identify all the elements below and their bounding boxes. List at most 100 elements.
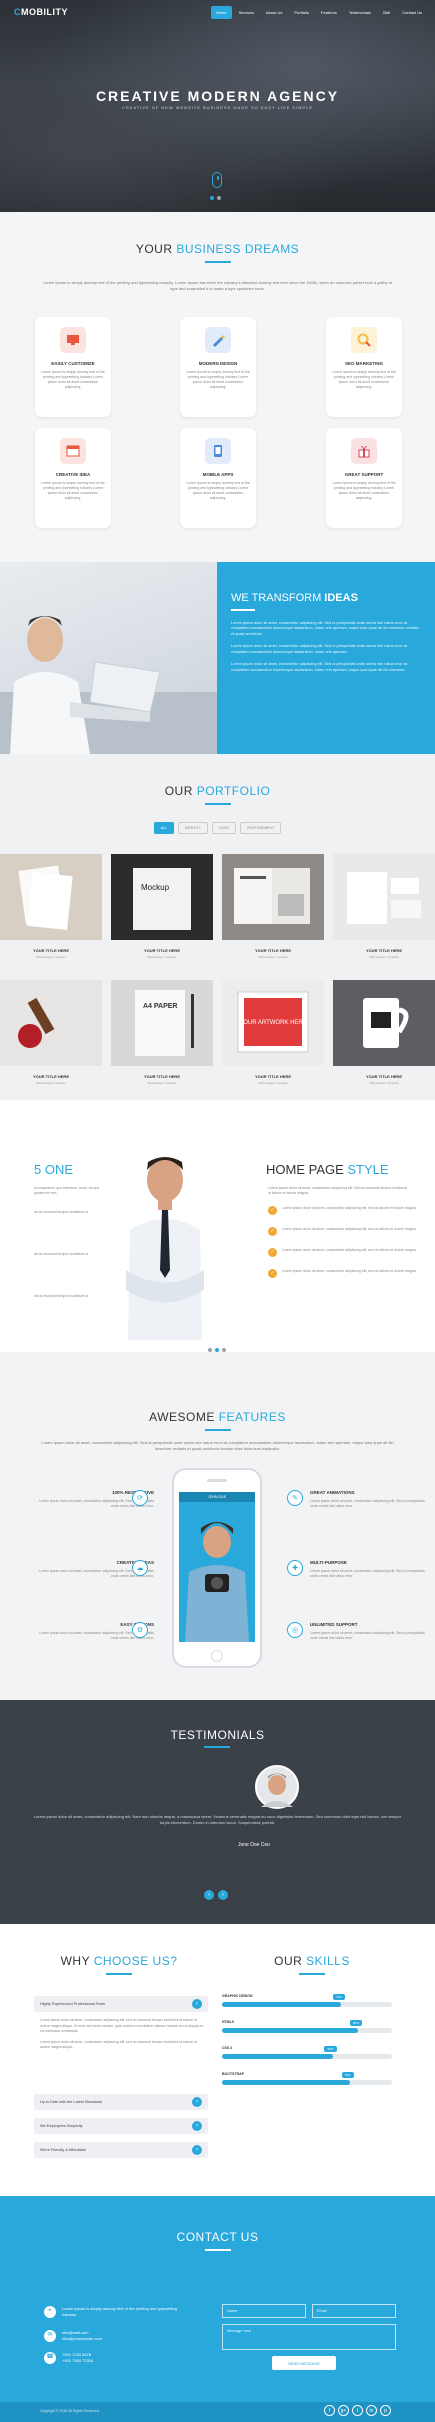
magnifier-icon <box>351 327 377 353</box>
portfolio-tags: Web Design / Graphic <box>36 955 66 959</box>
chevron-left-icon[interactable]: ‹ <box>204 1890 214 1900</box>
section-title: TESTIMONIALS <box>170 1728 265 1742</box>
nav-skill[interactable]: Skill <box>378 6 395 19</box>
chevron-right-icon[interactable]: › <box>192 2145 202 2155</box>
portfolio-tags: Web Design / Graphic <box>147 955 177 959</box>
card-text: Lorem Ipsum is simply dummy text of the … <box>41 481 105 500</box>
browser-icon <box>60 438 86 464</box>
filter-all[interactable]: ALL <box>153 822 174 834</box>
nav-portfolio[interactable]: Portfolio <box>289 6 314 19</box>
pinterest-icon[interactable]: p <box>380 2405 391 2416</box>
copyright-text: Copyright © 2016 All Rights Reserved <box>40 2409 99 2413</box>
social-links: f g+ t in p <box>324 2405 391 2416</box>
nav-testimonials[interactable]: Testimonials <box>344 6 376 19</box>
nav-about-us[interactable]: About Us <box>261 6 287 19</box>
section-intro: Lorem Ipsum is simply dummy text of the … <box>42 280 393 291</box>
transform-panel: WE TRANSFORM IDEAS Lorem ipsum dolor sit… <box>217 562 435 754</box>
portfolio-title: YOUR TITLE HERE <box>365 948 402 953</box>
location-pin-icon: ⌖ <box>44 2306 56 2318</box>
monitor-icon <box>60 327 86 353</box>
send-message-button[interactable]: SEND MESSAGE <box>272 2356 336 2370</box>
brush-icon: ✎ <box>287 1490 303 1506</box>
testimonial-arrows: ‹ › <box>204 1890 228 1900</box>
portfolio-image <box>333 854 435 940</box>
chevron-right-icon[interactable]: › <box>218 1890 228 1900</box>
smartphone-mockup: JOHN DOE <box>172 1468 262 1668</box>
nav-services[interactable]: Services <box>234 6 259 19</box>
email-input[interactable]: Email <box>312 2304 396 2318</box>
check-item: ✓ Lorem ipsum dolor sit amet, consectetur… <box>268 1248 418 1257</box>
chevron-right-icon[interactable]: › <box>192 2121 202 2131</box>
portfolio-title: YOUR TITLE HERE <box>254 948 291 953</box>
cloud-icon: ☁ <box>132 1560 148 1576</box>
twitter-icon[interactable]: t <box>352 2405 363 2416</box>
portfolio-item[interactable]: YOUR TITLE HERE Web Design / Graphic <box>333 980 435 1085</box>
message-textarea[interactable]: Message here <box>222 2324 396 2350</box>
left-row-text: ut voluptatum quo inventore. Iusto, ab q… <box>34 1186 100 1195</box>
site-logo[interactable]: CMOBILITY <box>14 7 68 17</box>
nav-home[interactable]: Home <box>210 6 232 19</box>
avatar <box>255 1765 299 1809</box>
phone-icon <box>205 438 231 464</box>
left-row-text: sit do eiusmod tempor incididunt ut <box>34 1252 89 1256</box>
check-item: ✓ Lorem ipsum dolor sit amet, consectetur… <box>268 1269 418 1278</box>
home-button <box>211 1650 223 1662</box>
google-plus-icon[interactable]: g+ <box>338 2405 349 2416</box>
phone-header: JOHN DOE <box>179 1492 255 1502</box>
hero-slider-dots <box>210 196 221 200</box>
accordion-item[interactable]: We're Friendly & Affordable › <box>34 2142 208 2158</box>
portfolio-item[interactable]: A4 PAPER YOUR TITLE HERE Web Design / Gra… <box>111 980 213 1085</box>
filter-photography[interactable]: PHOTOGRAPHY <box>240 822 282 834</box>
accordion-item[interactable]: Up to Date with the Latest Standards › <box>34 2094 208 2110</box>
linkedin-icon[interactable]: in <box>366 2405 377 2416</box>
nav-contact-us[interactable]: Contact Us <box>397 6 427 19</box>
feature-item: GREAT ANIMATIONS Lorem ipsum dolor sit am… <box>310 1490 425 1508</box>
accordion-item[interactable]: We Employees Simplicity › <box>34 2118 208 2134</box>
svg-text:YOUR ARTWORK HERE: YOUR ARTWORK HERE <box>239 1020 307 1026</box>
card-title: EASILY CUSTOMIZE <box>51 361 95 366</box>
phone-icon: ☎ <box>44 2352 56 2364</box>
nav-features[interactable]: Features <box>316 6 342 19</box>
portfolio-title: YOUR TITLE HERE <box>365 1074 402 1079</box>
portfolio-item[interactable]: YOUR ARTWORK HERE YOUR TITLE HERE Web Des… <box>222 980 324 1085</box>
contact-address: ⌖ Lorem ipsum is simply dummy text of the… <box>44 2306 184 2318</box>
filter-identity[interactable]: IDENTITY <box>177 822 208 834</box>
chevron-right-icon[interactable]: › <box>192 2097 202 2107</box>
service-card: SEO MARKETING Lorem Ipsum is simply dumm… <box>326 317 402 417</box>
why-title: WHY CHOOSE US? <box>34 1954 204 1975</box>
service-card: MOBILE APPS Lorem Ipsum is simply dummy … <box>180 428 256 528</box>
top-navbar: CMOBILITY Home Services About Us Portfol… <box>0 0 435 26</box>
portfolio-item[interactable]: YOUR TITLE HERE Web Design / Graphic <box>0 854 102 959</box>
slider-dot[interactable] <box>210 196 214 200</box>
card-title: CREATIVE IDEA <box>55 472 91 477</box>
portfolio-title: YOUR TITLE HERE <box>143 1074 180 1079</box>
scroll-down-icon[interactable] <box>212 172 222 188</box>
testimonial-quote: Lorem ipsum dolor sit amet, consectetur … <box>33 1814 402 1825</box>
slider-dot[interactable] <box>217 196 221 200</box>
card-text: Lorem Ipsum is simply dummy text of the … <box>186 481 250 500</box>
filter-logo[interactable]: LOGO <box>211 822 237 834</box>
chevron-down-icon[interactable]: › <box>192 1999 202 2009</box>
service-card: EASILY CUSTOMIZE Lorem Ipsum is simply d… <box>35 317 111 417</box>
hero-section: CMOBILITY Home Services About Us Portfol… <box>0 0 435 212</box>
portfolio-title: YOUR TITLE HERE <box>32 948 69 953</box>
portfolio-image <box>222 854 324 940</box>
card-text: Lorem Ipsum is simply dummy text of the … <box>186 370 250 389</box>
skill-bar: CSS 3 65% <box>222 2046 392 2059</box>
accordion-item[interactable]: Highly Experienced Professional Team › <box>34 1996 208 2012</box>
gift-icon <box>351 438 377 464</box>
portfolio-item[interactable]: YOUR TITLE HERE Web Design / Graphic <box>222 854 324 959</box>
feature-item: MULTI-PURPOSE Lorem ipsum dolor sit amet,… <box>310 1560 425 1578</box>
phone-screen: JOHN DOE <box>179 1492 255 1642</box>
portfolio-title: YOUR TITLE HERE <box>143 948 180 953</box>
facebook-icon[interactable]: f <box>324 2405 335 2416</box>
hero-title: CREATIVE MODERN AGENCY <box>95 88 340 104</box>
main-menu: Home Services About Us Portfolio Feature… <box>210 6 427 19</box>
card-text: Lorem Ipsum is simply dummy text of the … <box>332 370 396 389</box>
name-input[interactable]: Name <box>222 2304 306 2318</box>
portfolio-item[interactable]: YOUR TITLE HERE Web Design / Graphic <box>333 854 435 959</box>
portfolio-item[interactable]: YOUR TITLE HERE Web Design / Graphic <box>0 980 102 1085</box>
portfolio-image: A4 PAPER <box>111 980 213 1066</box>
portfolio-item[interactable]: Mockup YOUR TITLE HERE Web Design / Graph… <box>111 854 213 959</box>
portfolio-tags: Web Design / Graphic <box>369 955 399 959</box>
